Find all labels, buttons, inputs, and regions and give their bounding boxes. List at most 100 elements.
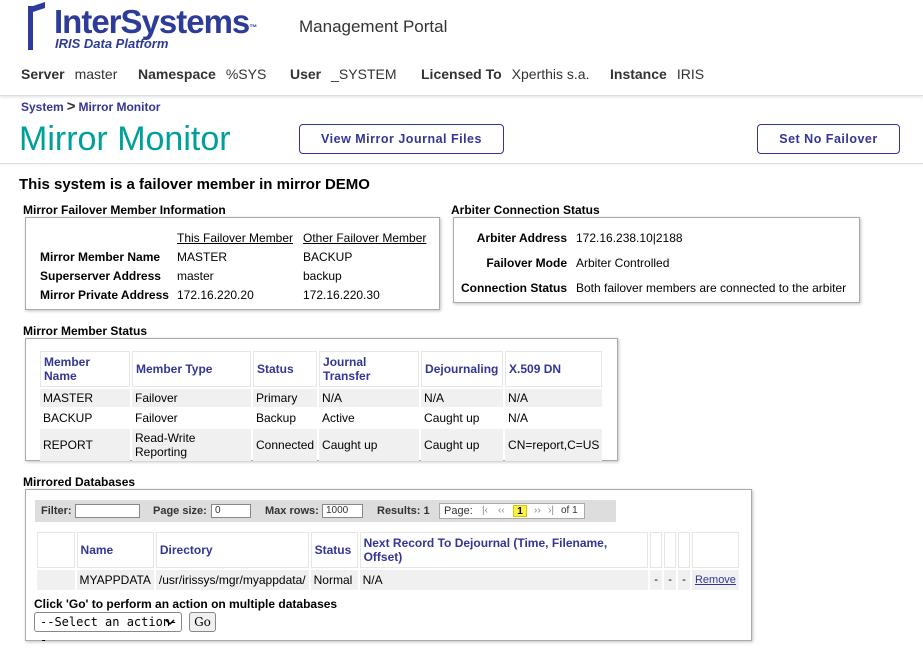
cell: Failover [132,389,251,407]
logo-mark-icon [28,2,45,50]
col-status[interactable]: Status [253,351,318,387]
table-row: MYAPPDATA /usr/irissys/mgr/myappdata/ No… [37,570,739,590]
arbiter-panel: Arbiter Address 172.16.238.10|2188 Failo… [453,217,860,303]
member-status-section-label: Mirror Member Status [23,324,148,338]
results-count: Results: 1 [377,505,430,517]
cell: MASTER [40,389,130,407]
cell: Active [319,409,420,427]
current-page[interactable]: 1 [513,505,527,517]
portal-title: Management Portal [299,17,448,36]
mirror-status-headline: This system is a failover member in mirr… [19,176,370,193]
db-next-record: N/A [359,570,649,590]
context-licensed: Licensed To Xperthis s.a. [421,66,590,82]
page-label: Page: [444,505,473,517]
filter-label: Filter: [41,505,72,517]
superserver-label: Superserver Address [40,269,161,283]
filter-input[interactable] [75,504,140,518]
action-select-value: --Select an action-- [40,615,178,647]
cell: Caught up [319,429,420,461]
col-name[interactable]: Name [76,532,154,568]
col-directory[interactable]: Directory [155,532,309,568]
cell: Backup [253,409,318,427]
cell: CN=report,C=US [505,429,603,461]
private-address-this: 172.16.220.20 [177,288,254,302]
member-status-panel: Member Name Member Type Status Journal T… [25,338,618,461]
col-dejournaling[interactable]: Dejournaling [421,351,504,387]
arbiter-section-label: Arbiter Connection Status [451,203,600,217]
cell: BACKUP [40,409,130,427]
col-action-2 [664,532,677,568]
private-address-label: Mirror Private Address [40,288,169,302]
col-remove [691,532,739,568]
max-rows-label: Max rows: [265,505,319,517]
go-button[interactable]: Go [189,612,216,632]
superserver-this: master [177,269,214,283]
other-member-header: Other Failover Member [303,231,427,245]
member-info-panel: This Failover Member Other Failover Memb… [25,217,440,310]
col-select [37,532,75,568]
col-status[interactable]: Status [310,532,358,568]
last-page-icon[interactable]: ›| [548,505,554,516]
cell: Caught up [421,429,504,461]
cell: Read-Write Reporting [132,429,251,461]
cell: N/A [319,389,420,407]
breadcrumb-current-link[interactable]: Mirror Monitor [78,100,160,114]
this-member-header: This Failover Member [177,231,294,245]
col-action-1 [650,532,663,568]
breadcrumb-separator: > [66,98,76,115]
cell: N/A [505,389,603,407]
connection-status-label: Connection Status [460,281,567,295]
db-directory: /usr/irissys/mgr/myappdata/ [155,570,309,590]
superserver-other: backup [303,269,342,283]
connection-status-value: Both failover members are connected to t… [576,281,847,295]
db-action-2[interactable]: - [664,570,677,590]
col-member-name[interactable]: Member Name [40,351,130,387]
mirrored-db-section-label: Mirrored Databases [23,475,136,489]
table-filter-bar: Filter: Page size: 0 Max rows: 1000 Resu… [35,500,616,522]
cell: N/A [421,389,504,407]
cell: REPORT [40,429,130,461]
page-size-label: Page size: [153,505,207,517]
chevron-down-icon [165,619,175,626]
arbiter-address-label: Arbiter Address [476,231,567,245]
intersystems-logo[interactable]: InterSystems™ IRIS Data Platform [27,2,257,54]
first-page-icon[interactable]: |‹ [482,505,488,516]
max-rows-input[interactable]: 1000 [322,504,363,518]
col-journal-transfer[interactable]: Journal Transfer [319,351,420,387]
col-x509-dn[interactable]: X.509 DN [505,351,603,387]
set-no-failover-button[interactable]: Set No Failover [757,124,900,154]
multi-action-note: Click 'Go' to perform an action on multi… [34,597,338,611]
db-action-1[interactable]: - [650,570,663,590]
row-select-cell[interactable] [37,570,75,590]
title-divider [0,163,923,164]
failover-mode-value: Arbiter Controlled [576,256,670,270]
cell: N/A [505,409,603,427]
action-select[interactable]: --Select an action-- [34,612,182,647]
arbiter-address-value: 172.16.238.10|2188 [576,231,683,245]
col-next-record[interactable]: Next Record To Dejournal (Time, Filename… [359,532,649,568]
member-name-label: Mirror Member Name [40,250,161,264]
table-row: BACKUP Failover Backup Active Caught up … [40,409,603,427]
page-size-input[interactable]: 0 [211,504,251,518]
failover-mode-label: Failover Mode [486,256,567,270]
member-name-this: MASTER [177,250,228,264]
next-page-icon[interactable]: ›› [534,505,541,516]
db-name: MYAPPDATA [76,570,154,590]
db-action-3[interactable]: - [678,570,690,590]
page-title: Mirror Monitor [19,120,231,158]
cell: Connected [253,429,318,461]
member-name-other: BACKUP [303,250,353,264]
pager: Page: |‹ ‹‹ 1 ›› ›| of 1 [439,503,585,519]
remove-link[interactable]: Remove [691,570,739,590]
logo-product: IRIS Data Platform [55,36,169,51]
context-namespace[interactable]: Namespace %SYS [138,66,266,82]
view-journal-files-button[interactable]: View Mirror Journal Files [299,124,504,154]
col-member-type[interactable]: Member Type [132,351,251,387]
breadcrumb-system-link[interactable]: System [21,100,64,114]
cell: Primary [253,389,318,407]
mirrored-db-table: Name Directory Status Next Record To Dej… [35,530,741,592]
table-row: MASTER Failover Primary N/A N/A N/A [40,389,603,407]
table-row: REPORT Read-Write Reporting Connected Ca… [40,429,603,461]
cell: Failover [132,409,251,427]
prev-page-icon[interactable]: ‹‹ [498,505,505,516]
